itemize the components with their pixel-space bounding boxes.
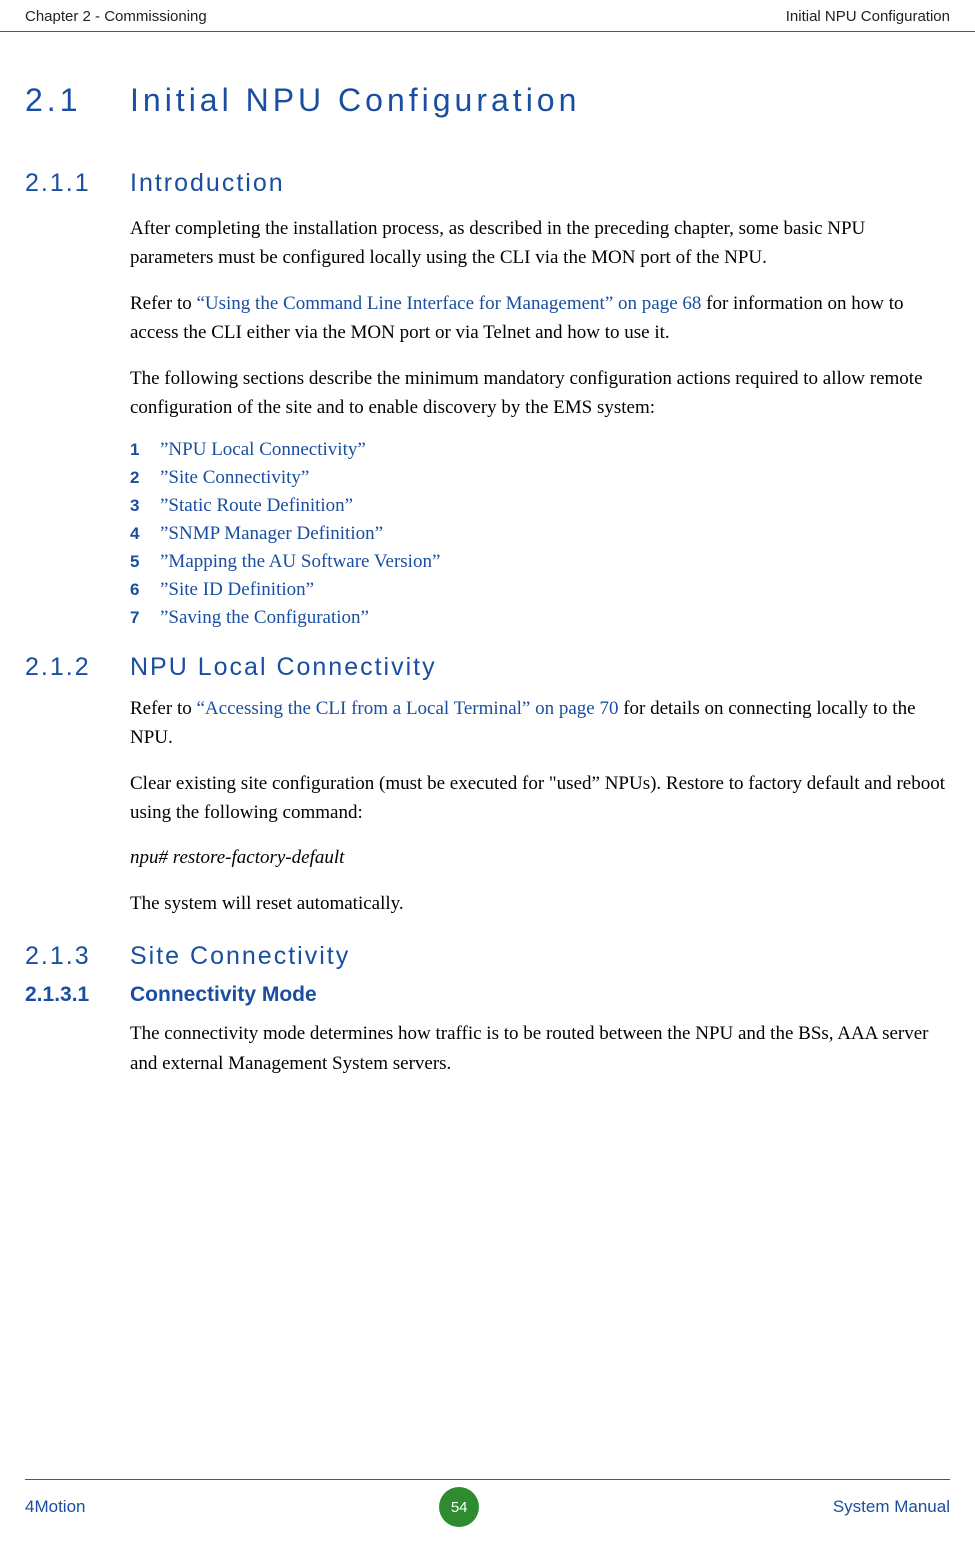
heading-number: 2.1.3 — [25, 942, 91, 970]
heading-title: Site Connectivity — [130, 942, 350, 970]
page-content: 2.1 Initial NPU Configuration 2.1.1 Intr… — [0, 82, 975, 1078]
paragraph: Clear existing site configuration (must … — [25, 769, 950, 828]
heading-2-1-3-1: 2.1.3.1 Connectivity Mode — [25, 983, 950, 1007]
page-number-badge: 54 — [439, 1487, 479, 1527]
command-line: npu# restore-factory-default — [25, 843, 950, 872]
list-number: 3 — [130, 496, 160, 516]
header-right: Initial NPU Configuration — [786, 8, 950, 25]
list-number: 1 — [130, 440, 160, 460]
list-link[interactable]: ”Mapping the AU Software Version” — [160, 551, 440, 573]
list-item: 2 ”Site Connectivity” — [25, 467, 950, 489]
list-number: 6 — [130, 580, 160, 600]
text: Refer to — [130, 293, 196, 314]
heading-2-1-3: 2.1.3 Site Connectivity — [25, 942, 950, 971]
list-item: 6 ”Site ID Definition” — [25, 579, 950, 601]
paragraph: Refer to “Accessing the CLI from a Local… — [25, 694, 950, 753]
list-item: 4 ”SNMP Manager Definition” — [25, 523, 950, 545]
paragraph: The connectivity mode determines how tra… — [25, 1019, 950, 1078]
text: Refer to — [130, 698, 196, 719]
heading-2-1-1: 2.1.1 Introduction — [25, 169, 950, 198]
list-link[interactable]: ”Site Connectivity” — [160, 467, 309, 489]
list-link[interactable]: ”Site ID Definition” — [160, 579, 314, 601]
list-number: 5 — [130, 552, 160, 572]
heading-number: 2.1.3.1 — [25, 983, 89, 1006]
list-item: 1 ”NPU Local Connectivity” — [25, 439, 950, 461]
list-number: 4 — [130, 524, 160, 544]
list-link[interactable]: ”SNMP Manager Definition” — [160, 523, 383, 545]
list-number: 2 — [130, 468, 160, 488]
heading-2-1: 2.1 Initial NPU Configuration — [25, 82, 950, 119]
heading-title: NPU Local Connectivity — [130, 653, 437, 681]
heading-number: 2.1.1 — [25, 169, 91, 197]
cross-reference-link[interactable]: “Using the Command Line Interface for Ma… — [196, 293, 701, 314]
list-link[interactable]: ”NPU Local Connectivity” — [160, 439, 366, 461]
heading-title: Initial NPU Configuration — [130, 82, 580, 118]
page-footer: 4Motion 54 System Manual — [0, 1487, 975, 1527]
paragraph: Refer to “Using the Command Line Interfa… — [25, 289, 950, 348]
paragraph: The following sections describe the mini… — [25, 364, 950, 423]
footer-divider — [25, 1479, 950, 1480]
paragraph: The system will reset automatically. — [25, 889, 950, 918]
heading-title: Introduction — [130, 169, 285, 197]
heading-number: 2.1.2 — [25, 653, 91, 681]
footer-right: System Manual — [833, 1497, 950, 1517]
list-item: 3 ”Static Route Definition” — [25, 495, 950, 517]
footer-left: 4Motion — [25, 1497, 85, 1517]
list-item: 7 ”Saving the Configuration” — [25, 607, 950, 629]
command-text: npu# restore-factory-default — [130, 847, 344, 868]
list-link[interactable]: ”Static Route Definition” — [160, 495, 353, 517]
header-left: Chapter 2 - Commissioning — [25, 8, 207, 25]
cross-reference-link[interactable]: “Accessing the CLI from a Local Terminal… — [196, 698, 618, 719]
page-header: Chapter 2 - Commissioning Initial NPU Co… — [0, 0, 975, 32]
paragraph: After completing the installation proces… — [25, 214, 950, 273]
list-link[interactable]: ”Saving the Configuration” — [160, 607, 369, 629]
list-number: 7 — [130, 608, 160, 628]
heading-2-1-2: 2.1.2 NPU Local Connectivity — [25, 653, 950, 682]
list-item: 5 ”Mapping the AU Software Version” — [25, 551, 950, 573]
heading-title: Connectivity Mode — [130, 983, 317, 1006]
heading-number: 2.1 — [25, 82, 81, 118]
